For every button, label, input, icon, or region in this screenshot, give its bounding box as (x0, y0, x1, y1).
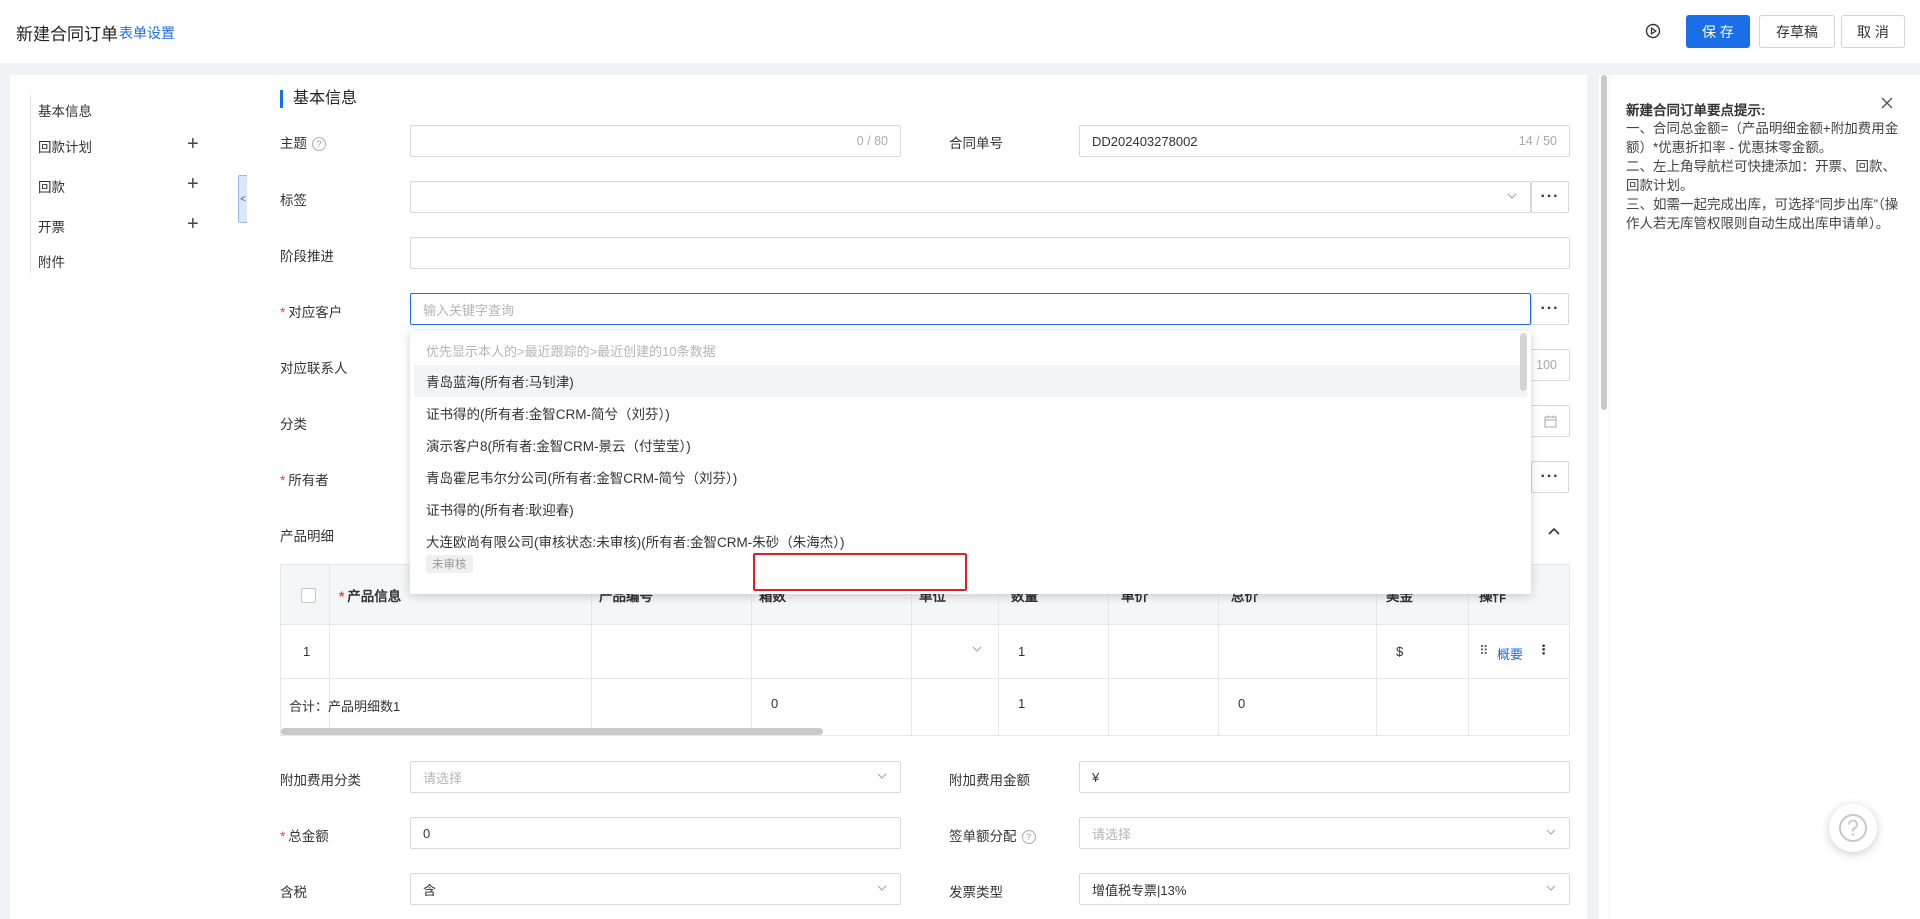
extra-fee-amount-label: 附加费用金额 (949, 773, 1030, 788)
unit-chevron-down-icon[interactable] (971, 643, 983, 655)
add-invoice-icon[interactable]: + (187, 214, 199, 234)
category-label: 分类 (280, 417, 307, 432)
subject-input[interactable]: 0 / 80 (410, 125, 901, 157)
chevron-down-icon (1546, 829, 1556, 835)
chevron-down-icon (1507, 193, 1517, 199)
product-detail-label: 产品明细 (280, 529, 334, 544)
chevron-down-icon (877, 885, 887, 891)
customer-more-button[interactable]: ··· (1531, 293, 1569, 325)
sign-alloc-label: 签单额分配? (949, 825, 1036, 845)
save-button[interactable]: 保 存 (1686, 15, 1750, 48)
question-circle-icon (1839, 814, 1867, 842)
top-bar: 新建合同订单 表单设置 保 存 存草稿 取 消 (0, 0, 1920, 63)
total-amount-input[interactable]: 0 (410, 817, 901, 849)
row-divider (281, 678, 1569, 679)
play-circle-icon[interactable] (1645, 23, 1661, 39)
dropdown-option[interactable]: 证书得的(所有者:金智CRM-简兮（刘芬）) (414, 397, 1527, 429)
contract-no-label: 合同单号 (949, 136, 1003, 151)
summary-box-total: 0 (771, 696, 779, 711)
more-vertical-icon[interactable]: ⋮ (1537, 642, 1550, 658)
row-usd[interactable]: $ (1396, 644, 1403, 659)
customer-dropdown: 优先显示本人的>最近跟踪的>最近创建的10条数据 青岛蓝海(所有者:马钊津) 证… (410, 331, 1531, 594)
dropdown-scrollbar[interactable] (1520, 333, 1527, 391)
help-icon[interactable]: ? (1021, 830, 1036, 844)
owner-more-button[interactable]: ··· (1531, 461, 1569, 493)
contact-label: 对应联系人 (280, 361, 348, 376)
nav-item-basic-info[interactable]: 基本信息 (38, 100, 92, 120)
help-icon[interactable]: ? (312, 137, 326, 151)
tags-label: 标签 (280, 193, 307, 208)
stage-input[interactable] (410, 237, 1570, 269)
chevron-down-icon (877, 773, 887, 779)
extra-fee-category-select[interactable]: 请选择 (410, 761, 901, 793)
stage-label: 阶段推进 (280, 249, 334, 264)
nav-item-payment[interactable]: 回款 (38, 176, 65, 196)
contract-no-value: DD202403278002 (1092, 133, 1198, 149)
nav-item-attachment[interactable]: 附件 (38, 251, 65, 271)
save-draft-button[interactable]: 存草稿 (1759, 15, 1835, 48)
contact-counter: 100 (1536, 358, 1557, 372)
tip-line: 二、左上角导航栏可快捷添加：开票、回款、回款计划。 (1626, 159, 1896, 193)
dropdown-option[interactable]: 证书得的(所有者:耿迎春) (414, 493, 1527, 525)
tip-line: 一、合同总金额=（产品明细金额+附加费用金额）*优惠折扣率 - 优惠抹零金额。 (1626, 121, 1899, 155)
section-nav (10, 75, 247, 919)
help-button[interactable] (1829, 804, 1877, 852)
tax-label: 含税 (280, 885, 307, 900)
dropdown-hint: 优先显示本人的>最近跟踪的>最近创建的10条数据 (426, 344, 716, 359)
section-title: 基本信息 (280, 90, 357, 108)
dropdown-option[interactable]: 演示客户8(所有者:金智CRM-景云（付莹莹）) (414, 429, 1527, 461)
summary-label: 合计：产品明细数1 (289, 699, 401, 714)
close-icon[interactable] (1880, 96, 1894, 110)
summary-quantity-total: 1 (1018, 696, 1026, 711)
dropdown-option[interactable]: 青岛蓝海(所有者:马钊津) (414, 365, 1527, 397)
tips-title: 新建合同订单要点提示: (1626, 103, 1766, 118)
subject-label: 主题? (280, 132, 326, 152)
dropdown-option[interactable]: 大连欧尚有限公司(审核状态:未审核)(所有者:金智CRM-朱砂（朱海杰）) (414, 525, 1527, 557)
owner-label: * 所有者 (280, 473, 329, 488)
summary-total: 0 (1238, 696, 1246, 711)
table-horizontal-scrollbar[interactable] (281, 728, 823, 735)
nav-divider (30, 95, 31, 273)
total-amount-label: * 总金额 (280, 829, 329, 844)
page-title: 新建合同订单 (16, 25, 118, 44)
chevron-down-icon (1546, 885, 1556, 891)
summary-link[interactable]: 概要 (1497, 644, 1523, 663)
extra-fee-category-label: 附加费用分类 (280, 773, 361, 788)
cancel-button[interactable]: 取 消 (1841, 15, 1905, 48)
th-product-info[interactable]: * 产品信息 (339, 585, 401, 605)
add-payment-plan-icon[interactable]: + (187, 134, 199, 154)
chevron-up-icon[interactable] (1547, 526, 1561, 536)
tip-line: 三、如需一起完成出库，可选择“同步出库”（操作人若无库管权限则自动生成出库申请单… (1626, 197, 1899, 231)
dropdown-option[interactable]: 青岛霍尼韦尔分公司(所有者:金智CRM-简兮（刘芬）) (414, 461, 1527, 493)
vertical-scrollbar-thumb[interactable] (1601, 75, 1607, 410)
invoice-type-select[interactable]: 增值税专票|13% (1079, 873, 1570, 905)
subject-counter: 0 / 80 (856, 134, 888, 148)
row-quantity[interactable]: 1 (1018, 644, 1025, 659)
nav-item-invoice[interactable]: 开票 (38, 216, 65, 236)
unreviewed-badge: 未审核 (426, 555, 473, 573)
invoice-type-label: 发票类型 (949, 885, 1003, 900)
sign-alloc-select[interactable]: 请选择 (1079, 817, 1570, 849)
highlight-box (753, 553, 967, 591)
row-index: 1 (303, 644, 311, 659)
customer-search-input[interactable]: 输入关键字查询 (410, 293, 1531, 325)
select-all-checkbox[interactable] (301, 588, 316, 603)
add-payment-icon[interactable]: + (187, 174, 199, 194)
calendar-icon (1544, 415, 1557, 428)
form-settings-link[interactable]: 表单设置 (119, 23, 175, 43)
contract-no-input[interactable]: DD202403278002 14 / 50 (1079, 125, 1570, 157)
tips-body: 一、合同总金额=（产品明细金额+附加费用金额）*优惠折扣率 - 优惠抹零金额。 … (1626, 119, 1904, 233)
contract-no-counter: 14 / 50 (1518, 134, 1557, 148)
nav-item-payment-plan[interactable]: 回款计划 (38, 136, 92, 156)
tags-select[interactable] (410, 181, 1531, 213)
extra-fee-amount-input[interactable]: ¥ (1079, 761, 1570, 793)
customer-search-placeholder: 输入关键字查询 (423, 302, 515, 318)
drag-handle-icon[interactable]: ⠿ (1479, 643, 1489, 659)
tags-more-button[interactable]: ··· (1531, 181, 1569, 213)
tax-select[interactable]: 含 (410, 873, 901, 905)
customer-label: * 对应客户 (280, 305, 343, 320)
tips-panel: 新建合同订单要点提示: 一、合同总金额=（产品明细金额+附加费用金额）*优惠折扣… (1610, 75, 1920, 919)
